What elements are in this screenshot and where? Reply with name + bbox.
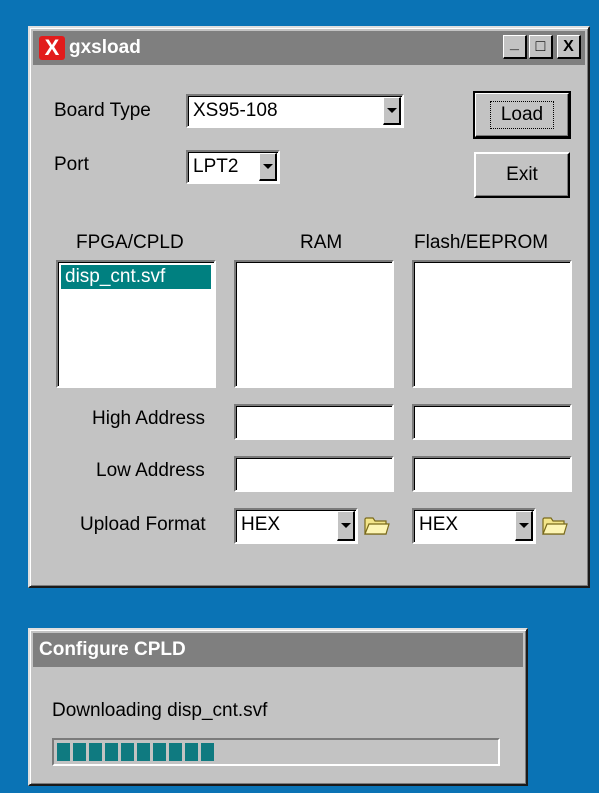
ram-file-list[interactable] <box>234 260 394 388</box>
chevron-down-icon[interactable] <box>383 97 401 125</box>
progress-block <box>73 743 86 761</box>
port-select[interactable]: LPT2 <box>186 150 280 184</box>
flash-high-address-field[interactable] <box>412 404 572 440</box>
maximize-button[interactable]: □ <box>529 35 553 59</box>
flash-upload-format-select[interactable]: HEX <box>412 508 536 544</box>
progress-block <box>57 743 70 761</box>
download-status: Downloading disp_cnt.svf <box>52 700 268 721</box>
progress-block <box>169 743 182 761</box>
progress-block <box>89 743 102 761</box>
flash-upload-format-value: HEX <box>419 514 459 535</box>
board-type-label: Board Type <box>54 100 151 121</box>
progress-block <box>201 743 214 761</box>
ram-upload-format-select[interactable]: HEX <box>234 508 358 544</box>
minimize-icon: _ <box>510 34 519 52</box>
chevron-down-icon[interactable] <box>515 511 533 541</box>
ram-high-address-field[interactable] <box>234 404 394 440</box>
high-address-label: High Address <box>92 408 206 429</box>
progress-fill <box>57 743 214 761</box>
exit-button-label: Exit <box>506 164 538 185</box>
progress-block <box>105 743 118 761</box>
progress-bar <box>52 738 500 766</box>
board-type-value: XS95-108 <box>193 100 278 121</box>
ram-label: RAM <box>300 232 343 253</box>
title-bar[interactable]: X gxsload _ □ X <box>33 31 585 65</box>
window-title: Configure CPLD <box>39 639 186 660</box>
flash-eeprom-label: Flash/EEPROM <box>414 232 549 253</box>
low-address-label: Low Address <box>96 460 205 481</box>
progress-block <box>121 743 134 761</box>
window-title: gxsload <box>69 37 141 58</box>
folder-icon[interactable] <box>364 514 390 536</box>
port-value: LPT2 <box>193 156 239 177</box>
load-button-label: Load <box>489 101 555 129</box>
ram-upload-format-value: HEX <box>241 514 281 535</box>
board-type-select[interactable]: XS95-108 <box>186 94 404 128</box>
fpga-cpld-label: FPGA/CPLD <box>76 232 184 253</box>
progress-block <box>137 743 150 761</box>
list-item[interactable]: disp_cnt.svf <box>61 265 211 289</box>
title-bar[interactable]: Configure CPLD <box>33 633 523 667</box>
ram-low-address-field[interactable] <box>234 456 394 492</box>
flash-low-address-field[interactable] <box>412 456 572 492</box>
progress-block <box>185 743 198 761</box>
fpga-file-list[interactable]: disp_cnt.svf <box>56 260 216 388</box>
flash-file-list[interactable] <box>412 260 572 388</box>
close-button[interactable]: X <box>557 35 581 59</box>
app-x-icon: X <box>39 36 65 60</box>
chevron-down-icon[interactable] <box>337 511 355 541</box>
folder-icon[interactable] <box>542 514 568 536</box>
maximize-icon: □ <box>535 37 546 55</box>
configure-cpld-window: Configure CPLD Downloading disp_cnt.svf <box>28 628 528 786</box>
gxsload-window: X gxsload _ □ X Board Type XS95-108 Port… <box>28 26 590 588</box>
chevron-down-icon[interactable] <box>259 153 277 181</box>
port-label: Port <box>54 154 89 175</box>
load-button[interactable]: Load <box>473 91 571 139</box>
close-icon: X <box>563 37 574 55</box>
progress-block <box>153 743 166 761</box>
minimize-button[interactable]: _ <box>503 35 527 59</box>
upload-format-label: Upload Format <box>80 514 206 535</box>
exit-button[interactable]: Exit <box>474 152 570 198</box>
